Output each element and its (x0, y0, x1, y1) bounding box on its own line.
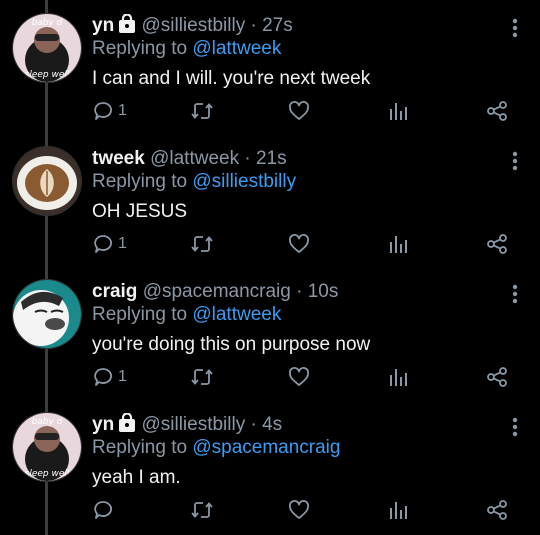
timestamp[interactable]: 21s (256, 148, 287, 169)
analytics-button[interactable] (388, 233, 408, 255)
mention-link[interactable]: @spacemancraig (192, 437, 340, 458)
separator: · (244, 148, 251, 169)
tweet-actions: 1 (0, 100, 540, 128)
tweet-actions: 1 (0, 366, 540, 394)
analytics-icon (388, 366, 408, 388)
like-icon (288, 499, 310, 521)
analytics-button[interactable] (388, 366, 408, 388)
mention-link[interactable]: @lattweek (192, 304, 281, 325)
share-icon (486, 233, 508, 255)
share-icon (486, 366, 508, 388)
retweet-button[interactable] (190, 366, 214, 388)
like-button[interactable] (288, 233, 310, 255)
reply-button[interactable]: 1 (92, 100, 127, 122)
display-name[interactable]: yn (92, 414, 114, 435)
tweet-actions: 1 (0, 233, 540, 261)
replying-to-label: Replying to (92, 171, 188, 192)
replying-to: Replying to @spacemancraig (92, 436, 340, 460)
share-icon (486, 100, 508, 122)
reply-count: 1 (118, 368, 127, 385)
mention-link[interactable]: @lattweek (192, 38, 281, 59)
username-handle[interactable]: @silliestbilly (141, 15, 245, 36)
analytics-icon (388, 100, 408, 122)
more-icon[interactable] (512, 151, 518, 176)
tweet[interactable]: craig @spacemancraig · 10s Replying to @… (0, 266, 540, 398)
retweet-button[interactable] (190, 499, 214, 521)
avatar[interactable]: baby d sleep well (12, 412, 82, 482)
retweet-icon (190, 499, 214, 521)
avatar-caption-bottom: sleep well (25, 469, 70, 479)
timestamp[interactable]: 27s (262, 15, 293, 36)
like-button[interactable] (288, 499, 310, 521)
analytics-icon (388, 233, 408, 255)
tweet-header: craig @spacemancraig · 10s (92, 280, 338, 304)
avatar-caption-bottom: sleep well (25, 70, 70, 80)
more-icon[interactable] (512, 18, 518, 43)
share-button[interactable] (486, 499, 508, 521)
separator: · (250, 15, 257, 36)
tweet-actions (0, 499, 540, 527)
replying-to-label: Replying to (92, 304, 188, 325)
retweet-button[interactable] (190, 233, 214, 255)
display-name[interactable]: yn (92, 15, 114, 36)
reply-icon (92, 366, 114, 388)
analytics-icon (388, 499, 408, 521)
analytics-button[interactable] (388, 499, 408, 521)
tweet-text: yeah I am. (92, 467, 181, 488)
tweet-text: OH JESUS (92, 201, 188, 222)
mention-link[interactable]: @silliestbilly (192, 171, 296, 192)
reply-button[interactable]: 1 (92, 233, 127, 255)
avatar-caption-top: baby d (32, 417, 63, 427)
more-icon[interactable] (512, 284, 518, 309)
reply-icon (92, 233, 114, 255)
avatar[interactable] (12, 146, 82, 216)
reply-count: 1 (118, 102, 127, 119)
separator: · (296, 281, 303, 302)
reply-icon (92, 100, 114, 122)
username-handle[interactable]: @silliestbilly (141, 414, 245, 435)
retweet-icon (190, 366, 214, 388)
share-button[interactable] (486, 366, 508, 388)
separator: · (250, 414, 257, 435)
like-button[interactable] (288, 100, 310, 122)
tweet[interactable]: baby d sleep well yn @silliestbilly · 4s… (0, 399, 540, 531)
replying-to: Replying to @lattweek (92, 37, 281, 61)
replying-to-label: Replying to (92, 437, 188, 458)
timestamp[interactable]: 10s (308, 281, 339, 302)
reply-icon (92, 499, 114, 521)
retweet-button[interactable] (190, 100, 214, 122)
more-icon[interactable] (512, 417, 518, 442)
tweet[interactable]: tweek @lattweek · 21s Replying to @silli… (0, 133, 540, 265)
replying-to: Replying to @lattweek (92, 303, 281, 327)
like-icon (288, 366, 310, 388)
avatar[interactable] (12, 279, 82, 349)
reply-button[interactable]: 1 (92, 366, 127, 388)
tweet-text: you're doing this on purpose now (92, 334, 371, 355)
share-button[interactable] (486, 100, 508, 122)
timestamp[interactable]: 4s (262, 414, 282, 435)
like-icon (288, 100, 310, 122)
avatar[interactable]: baby d sleep well (12, 13, 82, 83)
display-name[interactable]: tweek (92, 148, 145, 169)
reply-count: 1 (118, 235, 127, 252)
analytics-button[interactable] (388, 100, 408, 122)
like-button[interactable] (288, 366, 310, 388)
tweet[interactable]: baby d sleep well yn @silliestbilly · 27… (0, 0, 540, 132)
avatar-caption-top: baby d (32, 18, 63, 28)
username-handle[interactable]: @spacemancraig (143, 281, 291, 302)
reply-button[interactable] (92, 499, 118, 521)
replying-to: Replying to @silliestbilly (92, 170, 296, 194)
like-icon (288, 233, 310, 255)
share-icon (486, 499, 508, 521)
replying-to-label: Replying to (92, 38, 188, 59)
tweet-text: I can and I will. you're next tweek (92, 68, 371, 89)
retweet-icon (190, 100, 214, 122)
username-handle[interactable]: @lattweek (150, 148, 239, 169)
tweet-header: tweek @lattweek · 21s (92, 147, 287, 171)
display-name[interactable]: craig (92, 281, 137, 302)
share-button[interactable] (486, 233, 508, 255)
retweet-icon (190, 233, 214, 255)
